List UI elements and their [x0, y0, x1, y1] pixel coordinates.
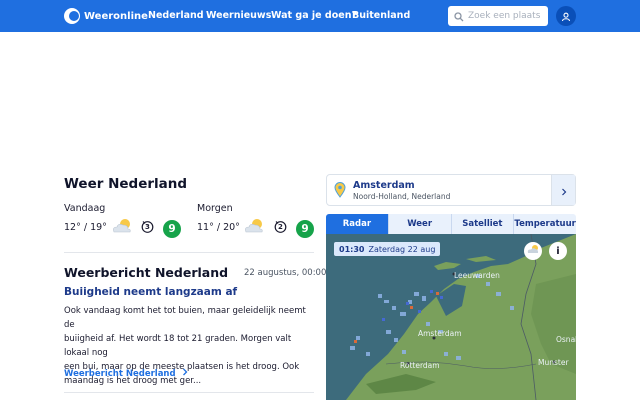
- report-title: Weerbericht Nederland: [64, 265, 229, 280]
- report-date: 22 augustus, 00:00: [244, 268, 327, 278]
- location-pin-icon: [334, 182, 346, 202]
- tomorrow-temperatures: 11° / 20°: [197, 222, 240, 233]
- nav-item-buitenland[interactable]: Buitenland: [352, 10, 410, 21]
- search-box[interactable]: [448, 6, 548, 26]
- radar-time: 01:30: [339, 244, 365, 254]
- tomorrow-label: Morgen: [197, 203, 233, 214]
- account-button[interactable]: [556, 6, 576, 26]
- tab-temperatuur[interactable]: Temperatuur: [514, 214, 576, 234]
- today-wind-force: 3: [145, 223, 150, 231]
- user-icon: [561, 7, 571, 26]
- tomorrow-weather-score: 9: [296, 220, 314, 238]
- city-label-munster: Munster: [538, 358, 569, 367]
- map-tabs: Radar Weer Satelliet Temperatuur: [326, 214, 576, 234]
- tab-satelliet[interactable]: Satelliet: [452, 214, 515, 234]
- tab-weer[interactable]: Weer: [389, 214, 452, 234]
- report-link[interactable]: Weerbericht Nederland: [64, 368, 189, 379]
- logo-text: Weeronline: [84, 10, 148, 22]
- radar-timestamp: 01:30 Zaterdag 22 aug: [334, 242, 441, 256]
- rain-cloud-icon: [526, 244, 540, 259]
- logo-icon: [64, 8, 80, 24]
- report-headline: Buiigheid neemt langzaam af: [64, 286, 238, 298]
- divider: [64, 252, 314, 253]
- page-title: Weer Nederland: [64, 176, 188, 192]
- location-name: Amsterdam: [353, 180, 415, 191]
- radar-date: Zaterdag 22 aug: [368, 244, 436, 254]
- chevron-right-icon: [179, 368, 189, 379]
- nav-item-nederland[interactable]: Nederland: [148, 10, 204, 21]
- map-background: [326, 234, 576, 400]
- today-temperatures: 12° / 19°: [64, 222, 107, 233]
- report-line: buiigheid af. Het wordt 18 tot 21 graden…: [64, 334, 292, 358]
- info-button[interactable]: i: [549, 242, 567, 260]
- report-line: Ook vandaag komt het tot buien, maar gel…: [64, 306, 306, 330]
- location-region: Noord-Holland, Nederland: [353, 192, 451, 201]
- report-link-label: Weerbericht Nederland: [64, 369, 176, 379]
- radar-map[interactable]: 01:30 Zaterdag 22 aug i Leeuwarden Amste…: [326, 234, 576, 400]
- today-label: Vandaag: [64, 203, 106, 214]
- logo[interactable]: Weeronline: [64, 8, 148, 24]
- nav-item-wat-ga-je-doen[interactable]: Wat ga je doen?: [271, 10, 357, 21]
- weather-layer-button[interactable]: [524, 242, 542, 260]
- nav-item-weernieuws[interactable]: Weernieuws: [206, 10, 271, 21]
- search-icon: [454, 7, 464, 26]
- search-input[interactable]: [468, 11, 544, 21]
- partly-cloudy-icon: [110, 218, 134, 238]
- partly-cloudy-icon: [242, 218, 266, 238]
- tab-radar[interactable]: Radar: [326, 214, 389, 234]
- location-open-button[interactable]: [551, 175, 575, 205]
- tomorrow-wind-force: 2: [278, 223, 283, 231]
- city-label-amsterdam: Amsterdam: [418, 329, 462, 338]
- today-weather-score: 9: [163, 220, 181, 238]
- top-navigation-bar: Weeronline Nederland Weernieuws Wat ga j…: [0, 0, 640, 32]
- city-label-osnabruck: Osnabr: [556, 335, 576, 344]
- info-icon: i: [556, 245, 560, 257]
- divider: [64, 392, 314, 393]
- location-card[interactable]: Amsterdam Noord-Holland, Nederland: [326, 174, 576, 206]
- chevron-right-icon: [560, 181, 568, 200]
- city-label-rotterdam: Rotterdam: [400, 361, 440, 370]
- city-label-leeuwarden: Leeuwarden: [454, 271, 500, 280]
